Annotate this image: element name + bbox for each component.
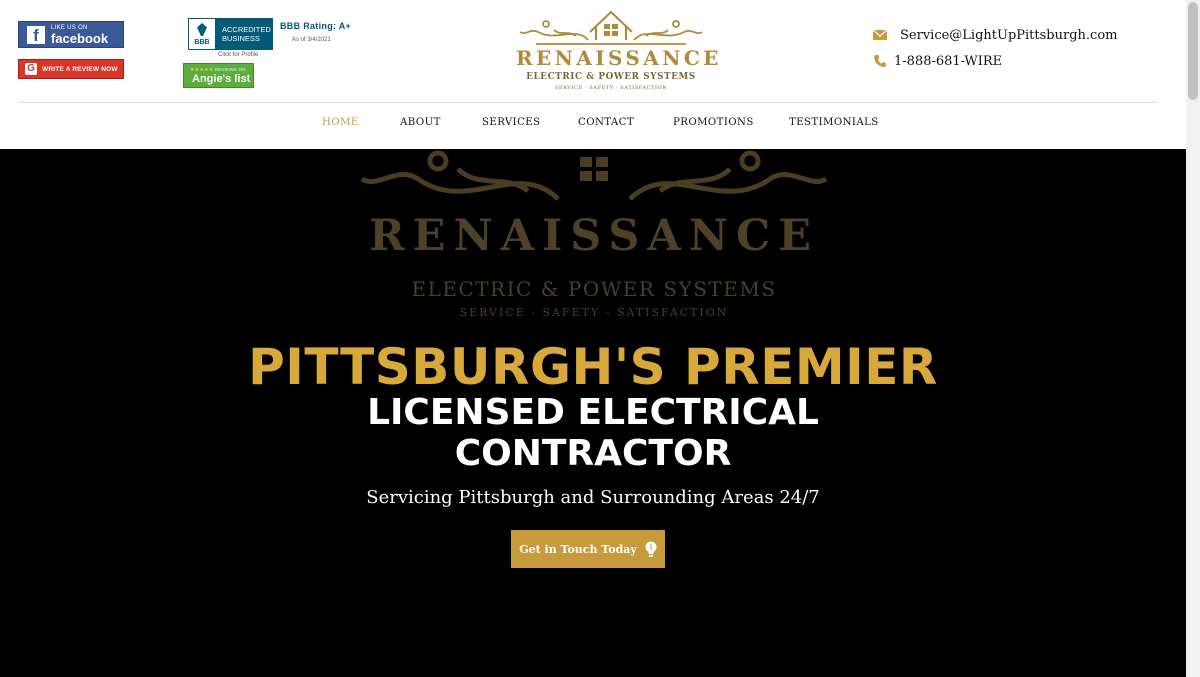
hero-logo-watermark: RENAISSANCE ELECTRIC & POWER SYSTEMS SER… (358, 149, 830, 329)
contact-info: Service@LightUpPittsburgh.com 1-888-681-… (873, 26, 1117, 78)
hero-logo-tagline: SERVICE - SAFETY - SATISFACTION (459, 306, 729, 319)
email-link[interactable]: Service@LightUpPittsburgh.com (900, 28, 1117, 43)
angies-list-badge[interactable]: ★★★★★ REVIEWS ON Angie's list (183, 63, 254, 88)
site-header: f LIKE US ON facebook G WRITE A REVIEW N… (0, 0, 1200, 149)
nav-promotions[interactable]: PROMOTIONS (673, 117, 754, 128)
hero-logo-subtitle: ELECTRIC & POWER SYSTEMS (411, 277, 777, 301)
angies-reviews-on: REVIEWS ON (214, 67, 246, 72)
hero-headline: PITTSBURGH'S PREMIER (248, 338, 938, 396)
logo-subtitle: ELECTRIC & POWER SYSTEMS (526, 72, 696, 82)
hero-subhead-line-1: LICENSED ELECTRICAL (367, 392, 819, 433)
house-ornament-icon (519, 10, 703, 45)
facebook-badge-small-text: LIKE US ON (51, 24, 88, 31)
bbb-torch-logo: BBB (188, 18, 216, 50)
facebook-f-icon: f (27, 25, 45, 45)
logo-name: RENAISSANCE (516, 46, 722, 70)
nav-services[interactable]: SERVICES (482, 117, 541, 128)
site-logo[interactable]: RENAISSANCE ELECTRIC & POWER SYSTEMS SER… (516, 6, 722, 94)
write-review-badge[interactable]: G WRITE A REVIEW NOW (18, 59, 124, 79)
hero-tagline: Servicing Pittsburgh and Surrounding Are… (366, 487, 820, 508)
contact-email-row: Service@LightUpPittsburgh.com (873, 26, 1117, 44)
nav-contact[interactable]: CONTACT (578, 117, 634, 128)
google-icon: G (25, 63, 37, 75)
facebook-like-badge[interactable]: f LIKE US ON facebook (18, 21, 124, 48)
angies-list-name: Angie's list (192, 73, 251, 85)
cta-label: Get in Touch Today (519, 542, 637, 556)
hero-subhead-line-2: CONTRACTOR (454, 433, 732, 474)
envelope-icon (873, 30, 887, 40)
write-review-label: WRITE A REVIEW NOW (42, 65, 118, 73)
main-nav: HOME ABOUT SERVICES CONTACT PROMOTIONS T… (0, 103, 1186, 147)
logo-tagline: SERVICE · SAFETY · SATISFACTION (554, 85, 668, 91)
contact-phone-row: 1-888-681-WIRE (873, 52, 1117, 70)
hero-section: RENAISSANCE ELECTRIC & POWER SYSTEMS SER… (0, 149, 1186, 677)
scrollbar-thumb[interactable] (1188, 2, 1198, 100)
facebook-badge-text: facebook (51, 30, 109, 46)
phone-link[interactable]: 1-888-681-WIRE (894, 54, 1002, 69)
bbb-accredited-badge[interactable]: BBB ACCREDITED BUSINESS Click for Profil… (188, 18, 358, 62)
nav-about[interactable]: ABOUT (400, 117, 441, 128)
bbb-accredited-text: ACCREDITED BUSINESS (216, 18, 273, 50)
bbb-rating-date: As of 3/4/2021 (292, 37, 331, 43)
get-in-touch-button[interactable]: Get in Touch Today (511, 530, 665, 568)
nav-home[interactable]: HOME (322, 117, 359, 128)
hero-ornament-icon (360, 150, 828, 201)
page-scrollbar[interactable] (1186, 0, 1200, 677)
lightbulb-icon (645, 541, 657, 557)
hero-logo-name: RENAISSANCE (368, 211, 820, 261)
phone-icon (874, 55, 886, 67)
bbb-rating: BBB Rating: A+ (280, 21, 352, 31)
nav-testimonials[interactable]: TESTIMONIALS (789, 117, 879, 128)
hero-subheadline: LICENSED ELECTRICAL CONTRACTOR (0, 392, 1186, 474)
bbb-click-for-profile: Click for Profile (218, 52, 259, 58)
